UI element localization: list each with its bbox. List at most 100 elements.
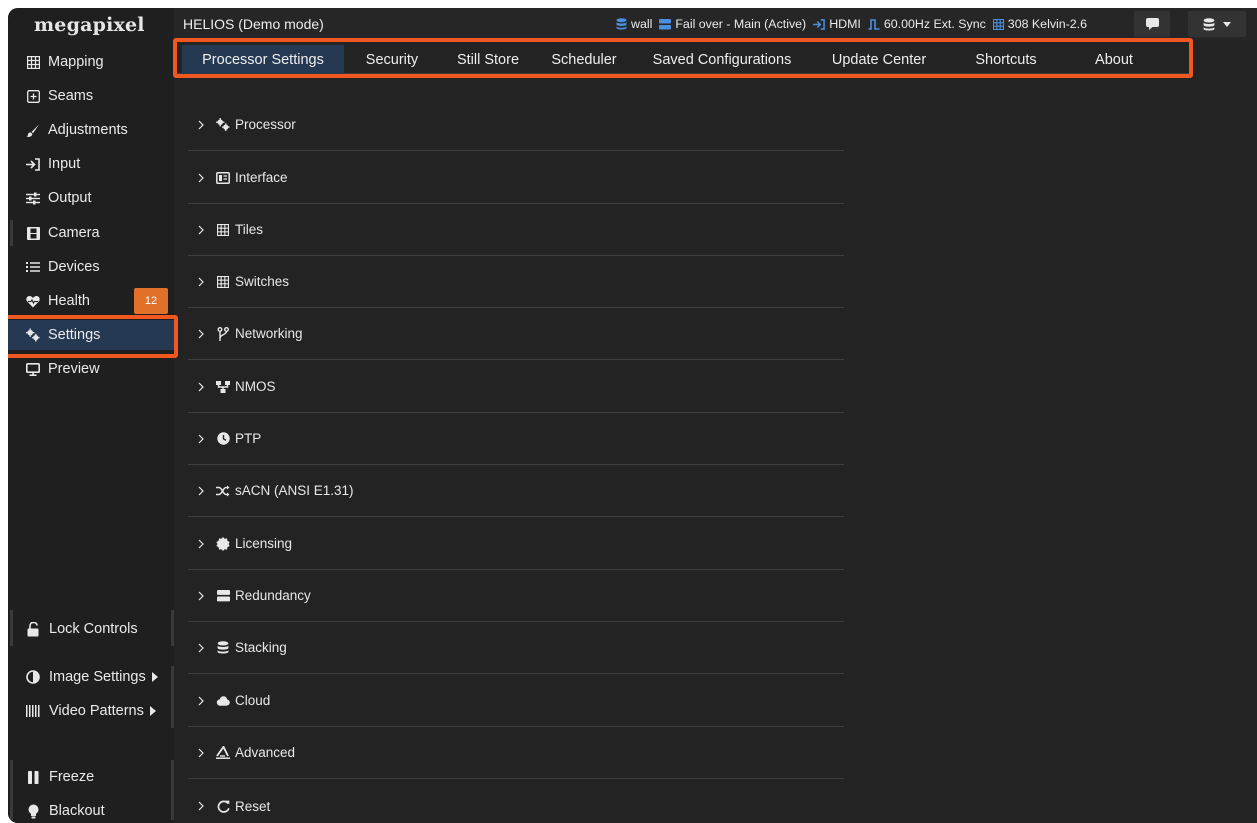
- tab-scheduler[interactable]: Scheduler: [536, 45, 632, 74]
- reset-icon: [216, 799, 230, 813]
- lock-controls-label: Lock Controls: [49, 621, 138, 637]
- sync-icon: [868, 18, 880, 30]
- app-window: megapixel Mapping Seams Adjustments Inpu…: [8, 8, 1257, 823]
- chevron-right-icon: [196, 643, 206, 653]
- health-count-badge: 12: [134, 288, 168, 314]
- section-reset[interactable]: Reset: [188, 780, 844, 823]
- advanced-icon: [216, 746, 230, 760]
- blackout-button[interactable]: Blackout: [8, 796, 174, 823]
- chevron-right-icon: [196, 748, 206, 758]
- section-processor[interactable]: Processor: [188, 99, 844, 151]
- tab-security[interactable]: Security: [344, 45, 440, 74]
- tab-saved-configurations[interactable]: Saved Configurations: [632, 45, 812, 74]
- sidebar-item-adjustments[interactable]: Adjustments: [8, 115, 174, 145]
- caret-right-icon: [149, 706, 156, 716]
- tab-about[interactable]: About: [1066, 45, 1162, 74]
- status-text: HDMI: [829, 17, 861, 31]
- tab-processor-settings[interactable]: Processor Settings: [182, 45, 344, 74]
- chevron-right-icon: [196, 382, 206, 392]
- video-patterns-button[interactable]: Video Patterns: [8, 696, 174, 726]
- section-tiles[interactable]: Tiles: [188, 204, 844, 256]
- shuffle-icon: [216, 484, 230, 498]
- sidebar-item-label: Devices: [48, 259, 100, 275]
- section-label: Tiles: [235, 222, 264, 237]
- branch-icon: [216, 326, 230, 341]
- section-networking[interactable]: Networking: [188, 308, 844, 360]
- interface-icon: [216, 171, 230, 185]
- section-stacking[interactable]: Stacking: [188, 622, 844, 674]
- sidebar-item-label: Preview: [48, 361, 100, 377]
- tab-update-center[interactable]: Update Center: [812, 45, 946, 74]
- section-label: Networking: [235, 326, 303, 341]
- image-settings-button[interactable]: Image Settings: [8, 662, 174, 692]
- chevron-right-icon: [196, 329, 206, 339]
- database-menu-button[interactable]: [1188, 11, 1246, 37]
- section-label: Processor: [235, 117, 296, 132]
- video-patterns-label: Video Patterns: [49, 703, 144, 719]
- status-input[interactable]: HDMI: [813, 17, 861, 31]
- top-bar: HELIOS (Demo mode) wall Fail over - Main…: [174, 8, 1257, 40]
- sidebar-item-label: Adjustments: [48, 122, 128, 138]
- messages-button[interactable]: [1134, 11, 1170, 37]
- chevron-right-icon: [196, 486, 206, 496]
- grid-icon: [992, 18, 1004, 30]
- barcode-icon: [26, 704, 40, 718]
- section-label: sACN (ANSI E1.31): [235, 483, 354, 498]
- status-failover[interactable]: Fail over - Main (Active): [659, 17, 806, 31]
- section-switches[interactable]: Switches: [188, 256, 844, 308]
- section-interface[interactable]: Interface: [188, 152, 844, 204]
- chevron-right-icon: [196, 120, 206, 130]
- freeze-button[interactable]: Freeze: [8, 762, 174, 792]
- sidebar-item-seams[interactable]: Seams: [8, 81, 174, 111]
- tab-still-store[interactable]: Still Store: [440, 45, 536, 74]
- sidebar-item-label: Mapping: [48, 54, 104, 70]
- database-icon: [216, 641, 230, 655]
- sidebar-item-label: Output: [48, 190, 92, 206]
- sidebar-item-input[interactable]: Input: [8, 149, 174, 179]
- sliders-icon: [26, 191, 40, 205]
- status-tiles[interactable]: 308 Kelvin-2.6: [992, 17, 1088, 31]
- sidebar-item-devices[interactable]: Devices: [8, 252, 174, 282]
- sidebar-item-label: Camera: [48, 225, 100, 241]
- heartbeat-icon: [26, 294, 40, 308]
- section-advanced[interactable]: Advanced: [188, 727, 844, 779]
- settings-tabs: Processor Settings Security Still Store …: [174, 40, 1257, 74]
- section-label: Redundancy: [235, 588, 311, 603]
- sidebar-item-preview[interactable]: Preview: [8, 354, 174, 384]
- section-cloud[interactable]: Cloud: [188, 675, 844, 727]
- status-wall[interactable]: wall: [616, 17, 652, 31]
- section-ptp[interactable]: PTP: [188, 413, 844, 465]
- app-title: HELIOS (Demo mode): [183, 16, 324, 32]
- server-icon: [659, 18, 672, 30]
- unlock-icon: [26, 621, 40, 636]
- section-redundancy[interactable]: Redundancy: [188, 570, 844, 622]
- chevron-right-icon: [196, 173, 206, 183]
- section-label: PTP: [235, 431, 262, 446]
- chevron-right-icon: [196, 801, 206, 811]
- status-sync[interactable]: 60.00Hz Ext. Sync: [868, 17, 986, 31]
- sidebar-item-label: Seams: [48, 88, 94, 104]
- section-licensing[interactable]: Licensing: [188, 518, 844, 570]
- grid-icon: [26, 55, 40, 69]
- section-label: Advanced: [235, 745, 296, 760]
- sidebar-item-health[interactable]: Health 12: [8, 286, 174, 316]
- sidebar-item-mapping[interactable]: Mapping: [8, 47, 174, 77]
- tab-shortcuts[interactable]: Shortcuts: [946, 45, 1066, 74]
- sidebar-item-settings[interactable]: Settings: [8, 320, 174, 350]
- sidebar-item-output[interactable]: Output: [8, 183, 174, 213]
- pause-icon: [26, 770, 40, 784]
- sidebar-item-label: Health: [48, 293, 90, 309]
- clock-icon: [216, 432, 230, 446]
- server-icon: [216, 589, 230, 603]
- sidebar-item-camera[interactable]: Camera: [8, 218, 174, 248]
- status-text: 308 Kelvin-2.6: [1007, 17, 1088, 31]
- gears-icon: [26, 328, 40, 342]
- section-label: Licensing: [235, 536, 293, 551]
- status-text: wall: [631, 17, 653, 31]
- brush-icon: [26, 123, 40, 137]
- section-nmos[interactable]: NMOS: [188, 361, 844, 413]
- grid-icon: [216, 223, 230, 237]
- section-sacn[interactable]: sACN (ANSI E1.31): [188, 465, 844, 517]
- section-label: Reset: [235, 798, 271, 814]
- lock-controls-button[interactable]: Lock Controls: [8, 614, 174, 644]
